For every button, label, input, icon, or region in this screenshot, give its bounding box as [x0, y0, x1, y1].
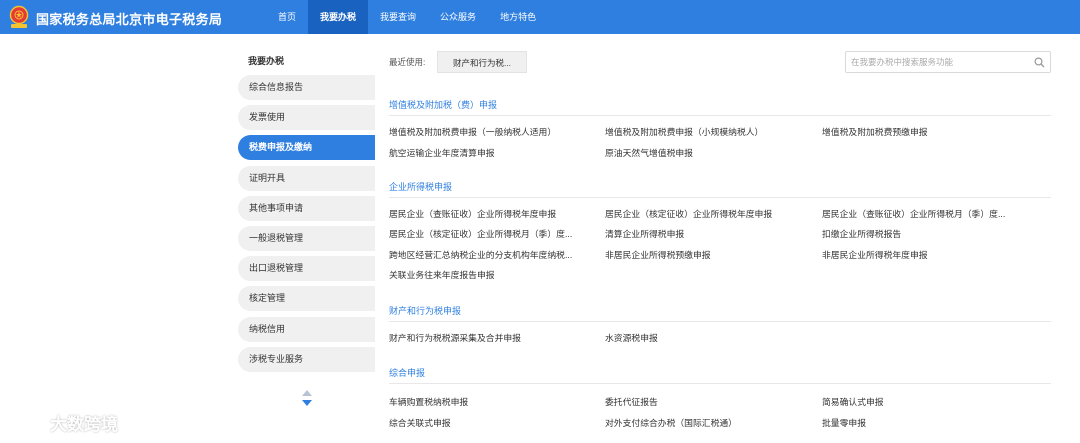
- link-vat-prepay[interactable]: 增值税及附加税费预缴申报: [822, 125, 928, 138]
- sidebar-item-certificate[interactable]: 证明开具: [238, 165, 375, 191]
- section-divider: [389, 321, 1051, 322]
- section-title: 增值税及附加税（费）申报: [389, 100, 498, 110]
- link-branch-annual[interactable]: 跨地区经营汇总纳税企业的分支机构年度纳税...: [389, 248, 572, 261]
- nav-query[interactable]: 我要查询: [368, 0, 428, 34]
- sidebar-item-assessment[interactable]: 核定管理: [238, 286, 375, 312]
- top-header: 国家税务总局北京市电子税务局 首页 我要办税 我要查询 公众服务 地方特色: [0, 0, 1080, 34]
- link-overseas-payment[interactable]: 对外支付综合办税（国际汇税通）: [605, 416, 737, 429]
- section-title: 企业所得税申报: [389, 182, 453, 192]
- sidebar-item-other-application[interactable]: 其他事项申请: [238, 195, 375, 221]
- search-box: [845, 51, 1051, 73]
- link-related-party-report[interactable]: 关联业务往来年度报告申报: [389, 268, 495, 281]
- scroll-up-down-icon[interactable]: [300, 388, 314, 408]
- link-aviation-clearing[interactable]: 航空运输企业年度清算申报: [389, 146, 495, 159]
- sidebar-item-info-report[interactable]: 综合信息报告: [238, 75, 375, 100]
- nav-local-features[interactable]: 地方特色: [488, 0, 548, 34]
- link-nonresident-prepay[interactable]: 非居民企业所得税预缴申报: [605, 248, 711, 261]
- link-water-resource-tax[interactable]: 水资源税申报: [605, 331, 658, 344]
- watermark-text: 大数跨境: [50, 415, 118, 434]
- sidebar-item-invoice[interactable]: 发票使用: [238, 105, 375, 131]
- link-cit-assessed-annual[interactable]: 居民企业（核定征收）企业所得税年度申报: [605, 207, 772, 220]
- search-input[interactable]: [851, 55, 1031, 69]
- nav-do-tax[interactable]: 我要办税: [308, 0, 369, 34]
- link-vat-small-scale[interactable]: 增值税及附加税费申报（小规模纳税人）: [605, 125, 763, 138]
- sidebar: 我要办税 综合信息报告 发票使用 税费申报及缴纳 证明开具 其他事项申请 一般退…: [238, 34, 375, 443]
- sidebar-item-general-refund[interactable]: 一般退税管理: [238, 225, 375, 251]
- link-withholding-cit[interactable]: 扣缴企业所得税报告: [822, 227, 901, 240]
- tax-emblem-icon[interactable]: [8, 5, 30, 29]
- section-divider: [389, 383, 1051, 384]
- sidebar-item-export-refund[interactable]: 出口退税管理: [238, 256, 375, 282]
- link-property-tax-combined[interactable]: 财产和行为税税源采集及合并申报: [389, 331, 521, 344]
- sidebar-item-tax-credit[interactable]: 纳税信用: [238, 316, 375, 342]
- section-title: 财产和行为税申报: [389, 306, 462, 316]
- link-cit-assessed-quarterly[interactable]: 居民企业（核定征收）企业所得税月（季）度...: [389, 227, 572, 240]
- section-comprehensive: 综合申报 车辆购置税纳税申报 委托代征报告 简易确认式申报 综合关联式申报 对外…: [389, 366, 1051, 428]
- link-cit-audit-quarterly[interactable]: 居民企业（查账征收）企业所得税月（季）度...: [822, 207, 1005, 220]
- section-divider: [389, 115, 1051, 116]
- sidebar-title: 我要办税: [248, 56, 285, 66]
- sidebar-item-professional-service[interactable]: 涉税专业服务: [238, 346, 375, 372]
- section-vat: 增值税及附加税（费）申报 增值税及附加税费申报（一般纳税人适用） 增值税及附加税…: [389, 98, 1051, 158]
- link-batch-zero-filing[interactable]: 批量零申报: [822, 416, 866, 429]
- brand-logo-icon: [11, 409, 38, 428]
- recent-label: 最近使用:: [389, 57, 426, 67]
- main-panel: 最近使用: 财产和行为税... 增值税及附加税（费）申报 增值税及附加税费申报（…: [375, 34, 1080, 443]
- section-corporate-income-tax: 企业所得税申报 居民企业（查账征收）企业所得税年度申报 居民企业（核定征收）企业…: [389, 180, 1051, 280]
- search-icon[interactable]: [1034, 57, 1045, 68]
- link-vat-general[interactable]: 增值税及附加税费申报（一般纳税人适用）: [389, 125, 556, 138]
- watermark: 大数跨境: [8, 407, 148, 437]
- link-nonresident-annual[interactable]: 非居民企业所得税年度申报: [822, 248, 928, 261]
- link-simple-confirmation[interactable]: 简易确认式申报: [822, 395, 884, 408]
- sidebar-item-tax-filing[interactable]: 税费申报及缴纳: [238, 135, 375, 161]
- link-oil-gas-vat[interactable]: 原油天然气增值税申报: [605, 146, 693, 159]
- site-title: 国家税务总局北京市电子税务局: [36, 12, 223, 27]
- recent-item-button[interactable]: 财产和行为税...: [437, 51, 527, 73]
- link-vehicle-purchase-tax[interactable]: 车辆购置税纳税申报: [389, 395, 468, 408]
- section-property-behavior-tax: 财产和行为税申报 财产和行为税税源采集及合并申报 水资源税申报: [389, 304, 1051, 343]
- nav-public-service[interactable]: 公众服务: [428, 0, 488, 34]
- section-title: 综合申报: [389, 368, 426, 378]
- link-entrusted-collection[interactable]: 委托代征报告: [605, 395, 658, 408]
- link-liquidation-cit[interactable]: 清算企业所得税申报: [605, 227, 684, 240]
- link-comprehensive-linked[interactable]: 综合关联式申报: [389, 416, 451, 429]
- nav-home[interactable]: 首页: [266, 0, 308, 34]
- main-nav: 首页 我要办税 我要查询 公众服务 地方特色: [266, 0, 548, 34]
- link-cit-audit-annual[interactable]: 居民企业（查账征收）企业所得税年度申报: [389, 207, 556, 220]
- sidebar-list: 综合信息报告 发票使用 税费申报及缴纳 证明开具 其他事项申请 一般退税管理 出…: [238, 75, 375, 377]
- section-divider: [389, 197, 1051, 198]
